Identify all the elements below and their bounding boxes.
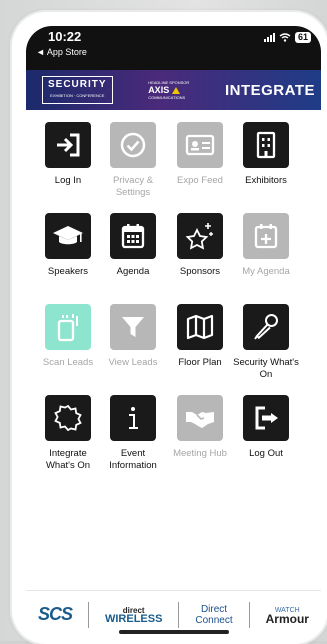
calendar-plus-icon [243, 213, 289, 259]
tile-view-leads[interactable]: View Leads [99, 304, 167, 369]
tile-label: Log Out [249, 448, 283, 459]
microphone-icon [243, 304, 289, 350]
system-icons: 61 [263, 32, 311, 43]
tile-log-in[interactable]: Log In [34, 122, 102, 187]
tile-log-out[interactable]: Log Out [232, 395, 300, 460]
tile-privacy-settings[interactable]: Privacy & Settings [99, 122, 167, 198]
tile-speakers[interactable]: Speakers [34, 213, 102, 278]
tile-label: My Agenda [242, 266, 290, 277]
tile-my-agenda[interactable]: My Agenda [232, 213, 300, 278]
filter-icon [110, 304, 156, 350]
direct-wireless-bottom: WIRELESS [104, 612, 163, 625]
home-indicator[interactable] [118, 630, 229, 634]
tile-event-information[interactable]: Event Information [99, 395, 167, 471]
back-to-app-store[interactable]: ◄ App Store [36, 47, 87, 57]
tile-label: View Leads [108, 357, 158, 368]
battery-icon: 61 [294, 32, 311, 43]
watch-armour-logo: WATCH Armour [265, 606, 309, 626]
sponsor-sub: COMMUNICATIONS [148, 95, 186, 100]
logout-icon [243, 395, 289, 441]
id-card-icon [177, 122, 223, 168]
tile-agenda[interactable]: Agenda [99, 213, 167, 278]
stars-icon [177, 213, 223, 259]
divider [248, 601, 250, 628]
direct-connect-logo: Direct Connect [195, 604, 232, 626]
check-circle-icon [110, 122, 156, 168]
status-bar: 10:22 ◄ App Store 61 [26, 26, 321, 70]
event-banner[interactable]: SECURITY EXHIBITION · CONFERENCE HEADLIN… [26, 70, 321, 110]
scs-logo: SCS [37, 604, 73, 624]
sponsor-name: AXIS [148, 85, 170, 95]
tile-label: Event Information [109, 448, 157, 471]
tile-label: Scan Leads [42, 357, 94, 368]
watch-armour-bottom: Armour [265, 611, 309, 626]
tile-label: Meeting Hub [173, 448, 227, 459]
tile-label: Integrate What's On [45, 448, 91, 471]
app-screen: 10:22 ◄ App Store 61 SECURITY EXHIBITION… [26, 26, 321, 638]
security-logo-sub: EXHIBITION · CONFERENCE [50, 93, 105, 98]
security-logo: SECURITY EXHIBITION · CONFERENCE [42, 76, 113, 104]
tile-label: Floor Plan [178, 357, 222, 368]
direct-connect-top: Direct [200, 603, 228, 615]
login-icon [45, 122, 91, 168]
sponsor-logo: HEADLINE SPONSOR AXIS COMMUNICATIONS [148, 80, 189, 100]
status-time: 10:22 [48, 29, 82, 44]
signal-icon [263, 33, 275, 42]
map-icon [177, 304, 223, 350]
tile-sponsors[interactable]: Sponsors [166, 213, 234, 278]
security-logo-text: SECURITY [48, 79, 107, 90]
tile-exhibitors[interactable]: Exhibitors [232, 122, 300, 187]
integrate-text: INTEGRATE [224, 81, 315, 99]
divider [87, 601, 89, 628]
handshake-icon [177, 395, 223, 441]
tile-scan-leads[interactable]: Scan Leads [34, 304, 102, 369]
sponsor-footer: SCS direct WIRELESS Direct Connect WATCH… [26, 590, 321, 638]
scan-icon [45, 304, 91, 350]
tile-integrate-what-s-on[interactable]: Integrate What's On [34, 395, 102, 471]
calendar-icon [110, 213, 156, 259]
tile-expo-feed[interactable]: Expo Feed [166, 122, 234, 187]
info-icon [110, 395, 156, 441]
divider [178, 601, 180, 628]
tile-label: Log In [54, 175, 82, 186]
tile-label: Expo Feed [177, 175, 223, 186]
tile-meeting-hub[interactable]: Meeting Hub [166, 395, 234, 460]
building-icon [243, 122, 289, 168]
wifi-icon [279, 33, 291, 42]
badge-icon [45, 395, 91, 441]
tile-label: Exhibitors [245, 175, 287, 186]
tile-label: Privacy & Settings [112, 175, 154, 198]
graduation-cap-icon [45, 213, 91, 259]
axis-triangle-icon [171, 87, 180, 95]
direct-connect-bottom: Connect [195, 614, 233, 626]
tile-label: Sponsors [179, 266, 221, 277]
tile-security-what-s-on[interactable]: Security What's On [232, 304, 300, 380]
tile-floor-plan[interactable]: Floor Plan [166, 304, 234, 369]
tile-label: Security What's On [233, 357, 299, 380]
tile-label: Agenda [116, 266, 150, 277]
phone-frame: 10:22 ◄ App Store 61 SECURITY EXHIBITION… [12, 12, 327, 644]
direct-wireless-logo: direct WIRELESS [104, 606, 163, 625]
tile-label: Speakers [47, 266, 89, 277]
